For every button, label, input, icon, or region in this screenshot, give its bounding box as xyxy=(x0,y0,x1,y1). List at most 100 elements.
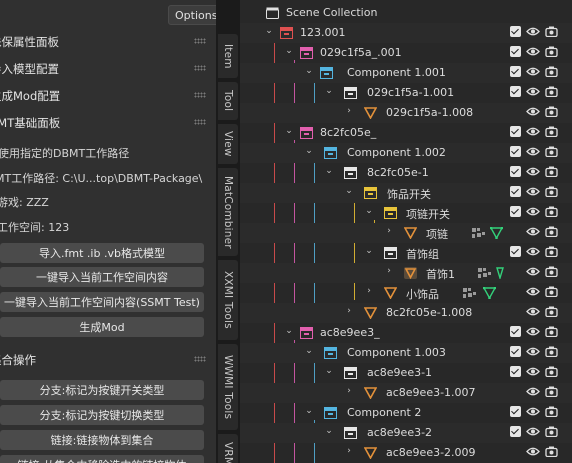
section-header[interactable]: SMT基础面板 xyxy=(0,110,206,136)
camera-icon[interactable] xyxy=(545,226,558,237)
camera-icon[interactable] xyxy=(545,266,558,277)
import-fmt-button[interactable]: 导入.fmt .ib .vb格式模型 xyxy=(0,243,204,263)
eye-icon[interactable] xyxy=(526,406,540,417)
drag-handle-icon[interactable] xyxy=(194,65,206,71)
chevron-right-icon[interactable]: › xyxy=(384,266,394,276)
mark-switch-button[interactable]: 分支:标记为按键切换类型 xyxy=(0,405,204,425)
outliner-row[interactable]: ⌄ 029c1f5a_.001 xyxy=(240,43,572,63)
outliner-row[interactable]: › 029c1f5a-1.008 xyxy=(240,103,572,123)
outliner-row[interactable]: ⌄ Component 1.002 xyxy=(240,143,572,163)
camera-icon[interactable] xyxy=(545,26,558,37)
eye-icon[interactable] xyxy=(526,286,540,297)
exclude-checkbox[interactable] xyxy=(510,406,521,417)
chevron-right-icon[interactable]: › xyxy=(344,106,354,116)
exclude-checkbox[interactable] xyxy=(510,26,521,37)
generate-mod-button[interactable]: 生成Mod xyxy=(0,317,204,337)
eye-icon[interactable] xyxy=(526,266,540,277)
section-header[interactable]: 导入模型配置 xyxy=(0,56,206,82)
outliner-row[interactable]: ⌄ 8c2fc05e_ xyxy=(240,123,572,143)
drag-handle-icon[interactable] xyxy=(194,356,206,362)
outliner-row[interactable]: › 项链 xyxy=(240,223,572,243)
eye-icon[interactable] xyxy=(526,346,540,357)
unlink-object-button[interactable]: 链接:从集合中移除选中的链接物体 xyxy=(0,455,204,463)
camera-icon[interactable] xyxy=(545,446,558,457)
outliner-row[interactable]: ⌄ ac8e9ee3-2 xyxy=(240,423,572,443)
chevron-down-icon[interactable]: ⌄ xyxy=(304,146,314,156)
camera-icon[interactable] xyxy=(545,126,558,137)
link-object-button[interactable]: 链接:链接物体到集合 xyxy=(0,430,204,450)
camera-icon[interactable] xyxy=(545,406,558,417)
outliner-row[interactable]: › ac8e9ee3-2.009 xyxy=(240,443,572,463)
drag-handle-icon[interactable] xyxy=(194,119,206,125)
chevron-down-icon[interactable]: ⌄ xyxy=(304,346,314,356)
camera-icon[interactable] xyxy=(545,246,558,257)
exclude-checkbox[interactable] xyxy=(510,206,521,217)
mark-toggle-button[interactable]: 分支:标记为按键开关类型 xyxy=(0,380,204,400)
camera-icon[interactable] xyxy=(545,366,558,377)
camera-icon[interactable] xyxy=(545,106,558,117)
eye-icon[interactable] xyxy=(526,86,540,97)
chevron-down-icon[interactable]: ⌄ xyxy=(284,126,294,136)
exclude-checkbox[interactable] xyxy=(510,146,521,157)
chevron-down-icon[interactable]: ⌄ xyxy=(324,366,334,376)
chevron-down-icon[interactable]: ⌄ xyxy=(344,186,354,196)
camera-icon[interactable] xyxy=(545,46,558,57)
tab-item[interactable]: Item xyxy=(218,34,238,78)
outliner-row[interactable]: › 8c2fc05e-1.008 xyxy=(240,303,572,323)
eye-icon[interactable] xyxy=(526,166,540,177)
chevron-down-icon[interactable]: ⌄ xyxy=(304,66,314,76)
chevron-right-icon[interactable]: › xyxy=(344,306,354,316)
section-header[interactable]: 生成Mod配置 xyxy=(0,83,206,109)
camera-icon[interactable] xyxy=(545,306,558,317)
exclude-checkbox[interactable] xyxy=(510,186,521,197)
camera-icon[interactable] xyxy=(545,206,558,217)
section-header[interactable]: 珠保属性面板 xyxy=(0,29,206,55)
tab-tool[interactable]: Tool xyxy=(218,82,238,120)
eye-icon[interactable] xyxy=(526,446,540,457)
import-workspace-button[interactable]: 一键导入当前工作空间内容 xyxy=(0,267,204,287)
eye-icon[interactable] xyxy=(526,66,540,77)
exclude-checkbox[interactable] xyxy=(510,346,521,357)
eye-icon[interactable] xyxy=(526,426,540,437)
options-dropdown[interactable]: Options ⌄ xyxy=(168,5,216,25)
eye-icon[interactable] xyxy=(526,126,540,137)
import-workspace-ssmt-button[interactable]: 一键导入当前工作空间内容(SSMT Test) xyxy=(0,292,204,312)
drag-handle-icon[interactable] xyxy=(194,38,206,44)
exclude-checkbox[interactable] xyxy=(510,246,521,257)
outliner-row[interactable]: › 小饰品 xyxy=(240,283,572,303)
eye-icon[interactable] xyxy=(526,206,540,217)
camera-icon[interactable] xyxy=(545,166,558,177)
camera-icon[interactable] xyxy=(545,426,558,437)
eye-icon[interactable] xyxy=(526,226,540,237)
eye-icon[interactable] xyxy=(526,46,540,57)
tab-view[interactable]: View xyxy=(218,124,238,164)
outliner-row[interactable]: › 首饰1 xyxy=(240,263,572,283)
outliner-row[interactable]: ⌄ 123.001 xyxy=(240,23,572,43)
eye-icon[interactable] xyxy=(526,26,540,37)
eye-icon[interactable] xyxy=(526,306,540,317)
eye-icon[interactable] xyxy=(526,146,540,157)
camera-icon[interactable] xyxy=(545,326,558,337)
section-header[interactable]: 集合操作 xyxy=(0,347,206,373)
eye-icon[interactable] xyxy=(526,326,540,337)
outliner-row[interactable]: ⌄ ac8e9ee3-1 xyxy=(240,363,572,383)
outliner-row[interactable]: ⌄ 项链开关 xyxy=(240,203,572,223)
chevron-down-icon[interactable]: ⌄ xyxy=(304,406,314,416)
eye-icon[interactable] xyxy=(526,386,540,397)
camera-icon[interactable] xyxy=(545,86,558,97)
chevron-down-icon[interactable]: ⌄ xyxy=(324,426,334,436)
eye-icon[interactable] xyxy=(526,106,540,117)
drag-handle-icon[interactable] xyxy=(194,92,206,98)
chevron-right-icon[interactable]: › xyxy=(384,226,394,236)
exclude-checkbox[interactable] xyxy=(510,366,521,377)
chevron-down-icon[interactable]: ⌄ xyxy=(364,246,374,256)
chevron-down-icon[interactable]: ⌄ xyxy=(324,86,334,96)
outliner-row[interactable]: ⌄ 8c2fc05e-1 xyxy=(240,163,572,183)
tab-xxmi-tools[interactable]: XXMI Tools xyxy=(218,260,238,340)
exclude-checkbox[interactable] xyxy=(510,166,521,177)
exclude-checkbox[interactable] xyxy=(510,426,521,437)
outliner-row[interactable]: ⌄ 首饰组 xyxy=(240,243,572,263)
scene-collection-row[interactable]: Scene Collection xyxy=(240,3,572,23)
chevron-right-icon[interactable]: › xyxy=(364,286,374,296)
chevron-right-icon[interactable]: › xyxy=(344,446,354,456)
